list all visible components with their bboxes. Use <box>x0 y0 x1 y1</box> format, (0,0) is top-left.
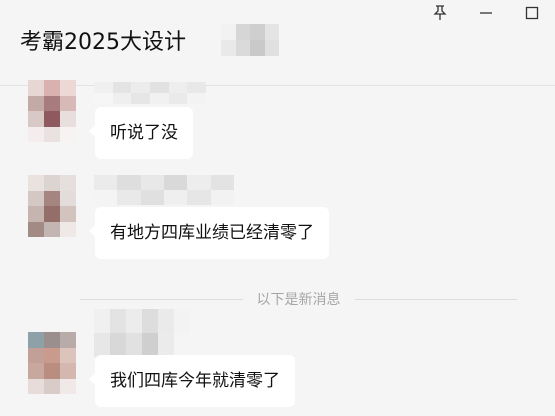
sender-name-redacted <box>94 175 234 205</box>
sender-name-redacted <box>94 309 190 357</box>
message-bubble[interactable]: 我们四库今年就清零了 <box>89 355 295 407</box>
divider-line-left <box>80 298 243 300</box>
window-controls <box>417 0 555 26</box>
pin-icon <box>433 5 447 20</box>
chat-title: 考霸2025大设计 <box>20 30 186 55</box>
avatar[interactable] <box>28 175 76 237</box>
minimize-icon <box>480 12 492 14</box>
sender-name-redacted <box>94 82 206 104</box>
pin-button[interactable] <box>417 0 463 26</box>
minimize-button[interactable] <box>463 0 509 26</box>
message-bubble[interactable]: 有地方四库业绩已经清零了 <box>89 207 329 259</box>
avatar[interactable] <box>28 332 76 394</box>
message-bubble[interactable]: 听说了没 <box>89 107 193 159</box>
new-messages-label: 以下是新消息 <box>256 292 341 308</box>
avatar[interactable] <box>28 80 76 142</box>
new-messages-divider: 以下是新消息 <box>80 287 517 311</box>
divider-line-right <box>354 298 517 300</box>
maximize-icon <box>525 6 539 20</box>
maximize-button[interactable] <box>509 0 555 26</box>
redacted-title-suffix <box>221 24 279 56</box>
message-list[interactable]: 听说了没 有地方四库业绩已经清零了 以下是新消息 我们四库今年就清零了 <box>0 80 555 416</box>
